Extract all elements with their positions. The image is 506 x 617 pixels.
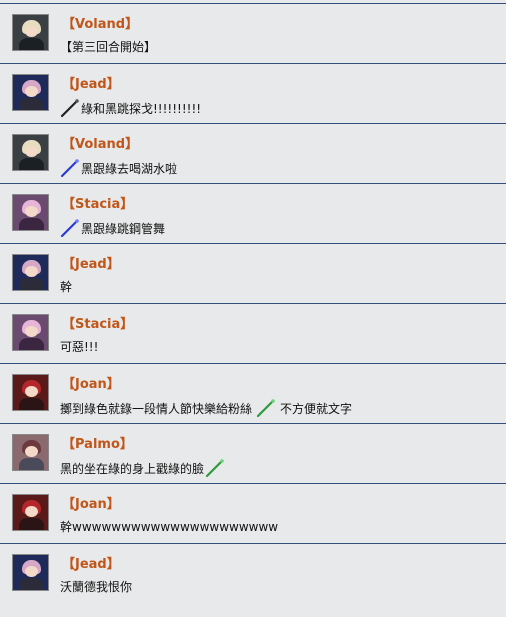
chat-message: 【Joan】 幹wwwwwwwwwwwwwwwwwwwww (0, 483, 506, 543)
jead-avatar[interactable] (12, 74, 49, 111)
message-content: 幹wwwwwwwwwwwwwwwwwwwww (60, 520, 279, 534)
message-text: 黑跟綠去喝湖水啦 (60, 158, 177, 178)
message-text: 幹wwwwwwwwwwwwwwwwwwwww (60, 518, 278, 535)
chat-message: 【Voland】 【第三回合開始】 (0, 3, 506, 63)
username[interactable]: 【Stacia】 (62, 313, 133, 332)
chat-message: 【Jead】 沃蘭德我恨你 (0, 543, 506, 603)
message-content: 黑跟綠跳鋼管舞 (81, 221, 166, 236)
message-text: 綠和黑跳探戈!!!!!!!!!! (60, 98, 201, 118)
username[interactable]: 【Joan】 (62, 373, 120, 392)
voland-avatar[interactable] (12, 134, 49, 171)
palmo-avatar[interactable] (12, 434, 49, 471)
message-content: 擲到綠色就錄一段情人節快樂給粉絲 (60, 401, 253, 416)
message-content: 綠和黑跳探戈!!!!!!!!!! (81, 101, 202, 116)
joan-avatar[interactable] (12, 374, 49, 411)
message-text: 【第三回合開始】 (60, 38, 156, 55)
username[interactable]: 【Voland】 (62, 133, 138, 152)
stacia-avatar[interactable] (12, 194, 49, 231)
green-wand-icon (256, 399, 275, 418)
chat-message: 【Stacia】 黑跟綠跳鋼管舞 (0, 183, 506, 243)
blue-wand-icon (60, 159, 79, 178)
username[interactable]: 【Jead】 (62, 253, 120, 272)
username[interactable]: 【Stacia】 (62, 193, 133, 212)
username[interactable]: 【Jead】 (62, 553, 120, 572)
black-wand-icon (60, 99, 79, 118)
chat-message: 【Stacia】 可惡!!! (0, 303, 506, 363)
message-text: 可惡!!! (60, 338, 98, 355)
chat-message: 【Jead】 幹 (0, 243, 506, 303)
message-text: 沃蘭德我恨你 (60, 578, 132, 595)
username[interactable]: 【Voland】 (62, 13, 138, 32)
green-wand-icon (205, 459, 224, 478)
message-text: 黑跟綠跳鋼管舞 (60, 218, 165, 238)
chat-message: 【Voland】 黑跟綠去喝湖水啦 (0, 123, 506, 183)
chat-log: 【Voland】 【第三回合開始】 【Jead】 綠和黑跳探戈!!!!!!!!!… (0, 3, 506, 617)
message-text: 擲到綠色就錄一段情人節快樂給粉絲 不方便就文字 (60, 398, 352, 418)
username[interactable]: 【Joan】 (62, 493, 120, 512)
blue-wand-icon (60, 219, 79, 238)
voland-avatar[interactable] (12, 14, 49, 51)
username[interactable]: 【Jead】 (62, 73, 120, 92)
joan-avatar[interactable] (12, 494, 49, 531)
message-text: 幹 (60, 278, 72, 295)
jead-avatar[interactable] (12, 554, 49, 591)
message-content: 黑的坐在綠的身上戳綠的臉 (60, 461, 205, 476)
message-content-after: 不方便就文字 (280, 401, 353, 416)
message-content: 幹 (60, 280, 73, 294)
chat-message: 【Joan】 擲到綠色就錄一段情人節快樂給粉絲 不方便就文字 (0, 363, 506, 423)
username[interactable]: 【Palmo】 (62, 433, 133, 452)
message-content: 黑跟綠去喝湖水啦 (81, 161, 178, 176)
message-content: 沃蘭德我恨你 (60, 580, 133, 594)
stacia-avatar[interactable] (12, 314, 49, 351)
message-text: 黑的坐在綠的身上戳綠的臉 (60, 458, 229, 478)
chat-message: 【Palmo】 黑的坐在綠的身上戳綠的臉 (0, 423, 506, 483)
message-content: 【第三回合開始】 (60, 40, 157, 54)
jead-avatar[interactable] (12, 254, 49, 291)
chat-message: 【Jead】 綠和黑跳探戈!!!!!!!!!! (0, 63, 506, 123)
message-content: 可惡!!! (60, 340, 99, 354)
